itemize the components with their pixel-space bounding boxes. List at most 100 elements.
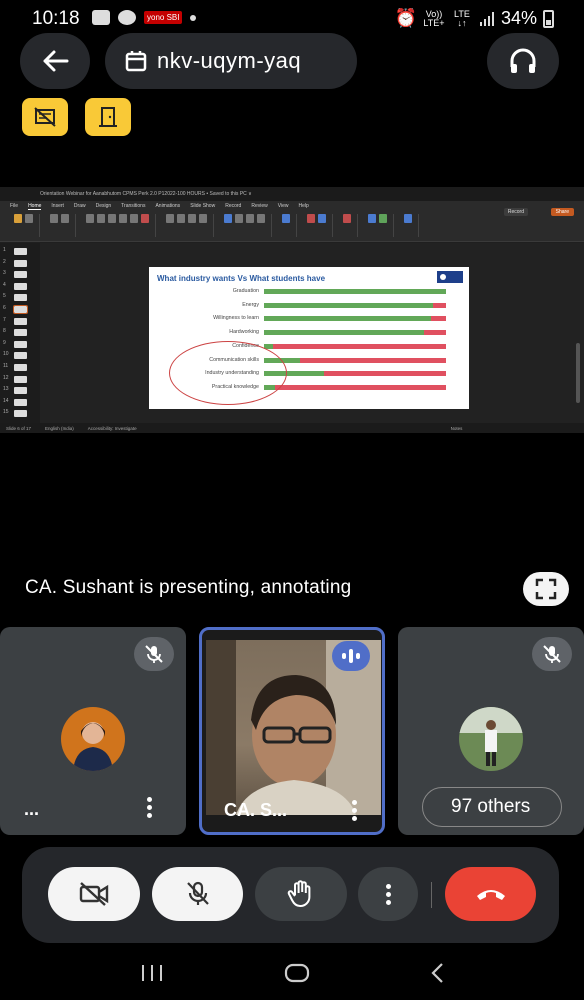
status-bar: 10:18 yono SBI ⏰ Vo)) LTE+ LTE ↓↑ 34% — [0, 0, 584, 36]
ppt-menu-item: Transitions — [121, 203, 146, 209]
mic-off-icon — [186, 881, 209, 905]
slide-thumbnail — [14, 375, 27, 383]
ppt-menu-item: Design — [95, 203, 112, 209]
participant-name-1: ... — [24, 799, 40, 819]
ppt-menu-item: Review — [251, 203, 268, 209]
participant-tile-2[interactable]: CA. S... — [199, 627, 385, 835]
slide-thumbnail — [13, 305, 28, 314]
headphones-icon — [510, 48, 536, 73]
slide-thumbnail-number: 7 — [3, 316, 6, 323]
participant-tile-1[interactable]: ... — [0, 627, 186, 835]
back-button[interactable] — [20, 33, 90, 89]
calendar-icon — [125, 51, 147, 72]
shared-screen[interactable]: Orientation Webinar for Aanabhutom CPMS … — [0, 187, 584, 433]
chart-bar-red — [264, 330, 446, 336]
ppt-menu-item: Record — [225, 203, 242, 209]
ppt-editor: 1 2 3 4 5 6 7 8 9 10 11 12 13 14 15 What industry want… — [0, 243, 584, 423]
ppt-menu-item: File — [10, 203, 19, 209]
hand-icon — [287, 880, 311, 907]
ppt-share-button: Share — [550, 208, 574, 216]
ppt-status-item: Accessibility: Investigate — [87, 425, 137, 431]
ppt-menu-item: Help — [298, 203, 309, 209]
mic-off-indicator — [532, 637, 572, 671]
notification-dot-icon — [190, 14, 197, 21]
chart-category-label: Willingness to learn — [213, 315, 259, 322]
ppt-status-item: Slide 6 of 17 — [6, 425, 32, 431]
chart-bar-red — [264, 371, 446, 377]
slide-thumbnail-number: 5 — [3, 293, 6, 300]
home-icon[interactable] — [284, 962, 310, 984]
presentation-off-icon — [34, 107, 56, 127]
participant-name-2: CA. S... — [224, 800, 288, 820]
ppt-status-item: English (India) — [45, 425, 74, 431]
slide-thumbnail-number: 3 — [3, 270, 6, 277]
slide-thumbnail — [14, 248, 27, 255]
slide: What industry wants Vs What students hav… — [149, 267, 469, 409]
mic-off-icon — [543, 645, 561, 663]
signal-icon — [479, 11, 494, 26]
status-time: 10:18 — [32, 8, 80, 29]
ppt-menu-item: Insert — [51, 203, 64, 209]
raise-hand-button[interactable] — [255, 867, 347, 921]
slide-thumbnail-number: 1 — [3, 247, 6, 253]
slide-thumbnail-number: 14 — [3, 397, 9, 404]
slide-thumbnail — [14, 294, 27, 302]
ppt-record-button: Record — [503, 208, 528, 216]
meeting-code-button[interactable]: nkv-uqym-yaq — [105, 33, 357, 89]
divider — [431, 882, 432, 908]
camera-toggle-button[interactable] — [48, 867, 140, 921]
back-nav-icon[interactable] — [429, 962, 445, 984]
chart-bar-green — [264, 316, 432, 322]
camera-off-icon — [79, 882, 109, 906]
mic-toggle-button[interactable] — [152, 867, 243, 921]
arrow-left-icon — [43, 50, 69, 72]
ppt-menu-item: Animations — [155, 203, 181, 209]
stop-presentation-button[interactable] — [22, 98, 68, 136]
slide-thumbnail-number: 15 — [3, 409, 9, 416]
chart-category-label: Hardworking — [229, 329, 259, 336]
slide-thumbnail — [14, 387, 27, 395]
ppt-menu-item: View — [277, 203, 289, 209]
recent-apps-icon[interactable] — [139, 963, 165, 983]
slide-thumbnail — [14, 271, 27, 279]
slide-thumbnail — [14, 352, 27, 360]
hang-up-icon — [476, 890, 505, 900]
others-count: 97 others — [451, 796, 531, 817]
volte-2-indicator: LTE ↓↑ — [454, 8, 470, 28]
audio-output-button[interactable] — [477, 33, 559, 89]
ppt-menu-item: Draw — [73, 203, 86, 209]
meeting-code: nkv-uqym-yaq — [157, 48, 302, 73]
more-options-button[interactable] — [358, 867, 418, 921]
end-call-button[interactable] — [445, 867, 536, 921]
slide-thumbnail-number: 8 — [3, 328, 6, 335]
slide-thumbnail-number: 10 — [3, 351, 9, 358]
slide-thumbnail — [14, 340, 27, 348]
yono-sbi-icon: yono SBI — [144, 11, 183, 24]
participant-tile-others[interactable]: 97 others — [398, 627, 584, 835]
slide-thumbnail-number: 4 — [3, 281, 6, 288]
more-options-icon[interactable] — [147, 797, 152, 818]
slide-thumbnail-number: 13 — [3, 386, 9, 393]
ppt-scrollbar — [576, 343, 580, 403]
chart-category-label: Graduation — [232, 288, 259, 294]
slide-thumbnail-number: 2 — [3, 258, 6, 265]
alarm-icon: ⏰ — [394, 8, 417, 28]
fullscreen-button[interactable] — [523, 572, 569, 606]
slide-thumbnail-number: 12 — [3, 374, 9, 381]
slide-thumbnail — [14, 329, 27, 337]
chart-bar-green — [264, 302, 434, 308]
others-count-button[interactable]: 97 others — [422, 787, 562, 827]
chart-bar-red — [264, 343, 446, 349]
breakout-room-button[interactable] — [85, 98, 131, 136]
more-options-icon[interactable] — [352, 800, 357, 821]
annotation-circle — [169, 341, 287, 405]
slide-title: What industry wants Vs What students hav… — [157, 274, 326, 283]
slide-logo — [437, 271, 463, 283]
slide-thumbnail — [14, 259, 27, 267]
slide-thumbnails: 1 2 3 4 5 6 7 8 9 10 11 12 13 14 15 — [0, 243, 40, 423]
chart-bar-red — [264, 357, 446, 363]
door-icon — [99, 107, 117, 127]
android-nav-bar — [0, 945, 584, 1000]
slide-thumbnail — [14, 410, 27, 418]
gallery-icon — [92, 10, 110, 25]
